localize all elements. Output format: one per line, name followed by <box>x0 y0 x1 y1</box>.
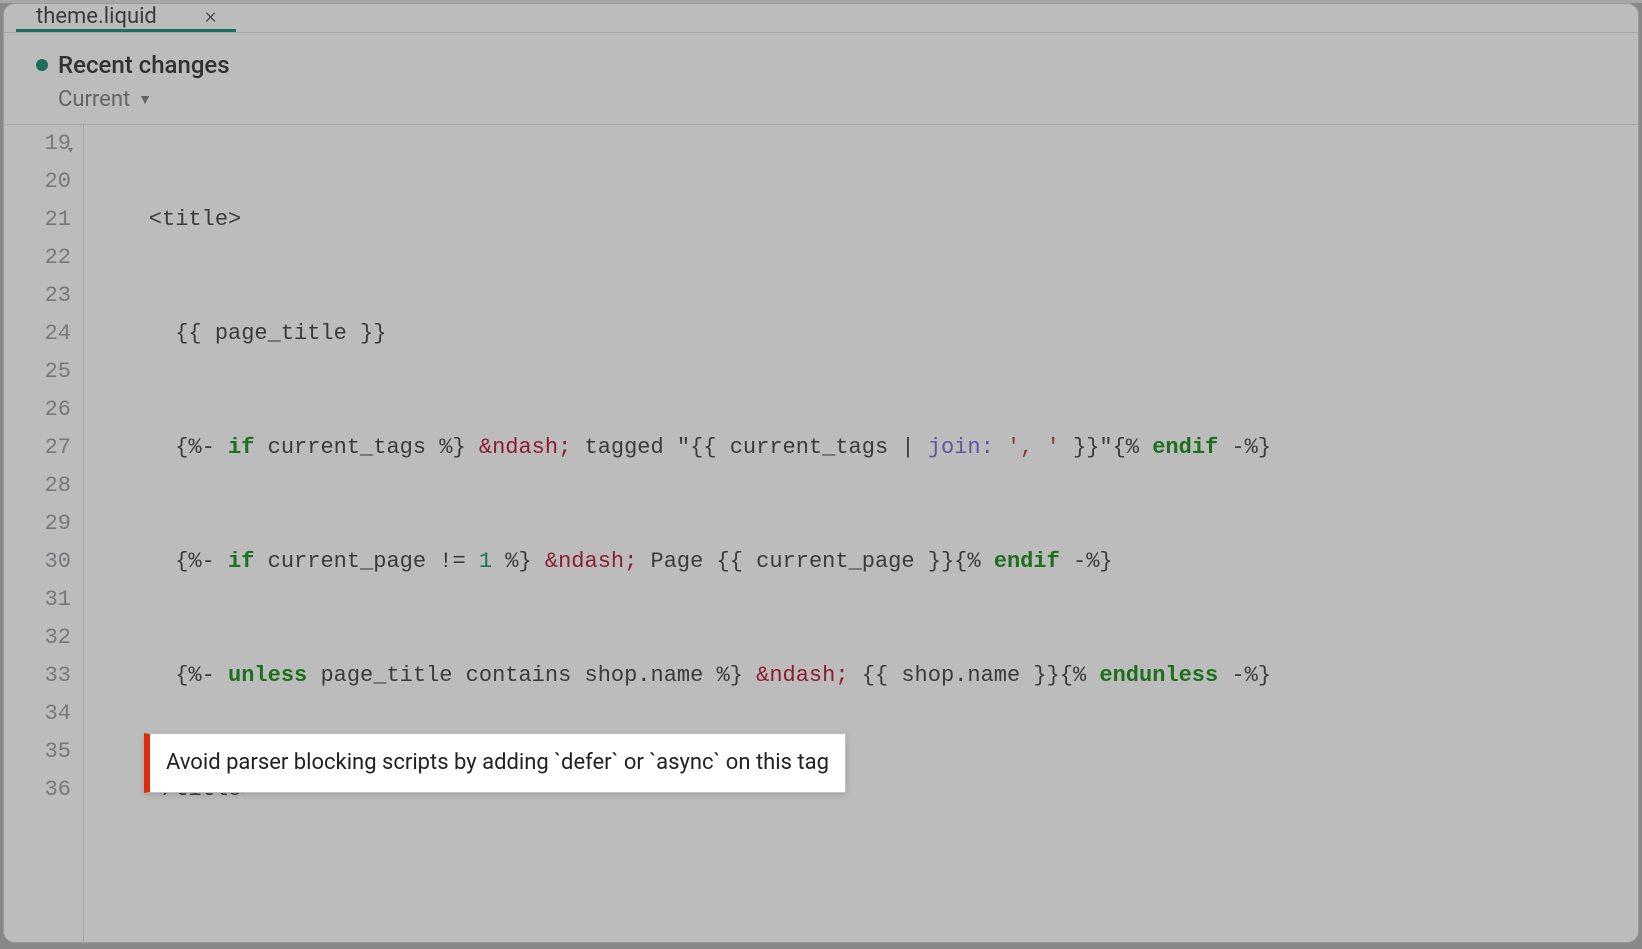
line-number: 32 <box>4 619 71 657</box>
gutter: 19▾ 20 21 22 23 24 25 26 27 28 29 30 31 … <box>4 125 84 943</box>
lint-tooltip: Avoid parser blocking scripts by adding … <box>144 733 846 793</box>
code-line: {{ page_title }} <box>96 315 1638 353</box>
recent-changes-title: Recent changes <box>58 51 230 79</box>
line-number: 21 <box>4 201 71 239</box>
line-number: 24 <box>4 315 71 353</box>
code-line: {%- if current_tags %} &ndash; tagged "{… <box>96 429 1638 467</box>
line-number: 27 <box>4 429 71 467</box>
line-number: 34 <box>4 695 71 733</box>
code-line: {%- unless page_title contains shop.name… <box>96 657 1638 695</box>
code-line <box>96 885 1638 923</box>
line-number: 23 <box>4 277 71 315</box>
line-number: 33 <box>4 657 71 695</box>
chevron-down-icon: ▼ <box>138 91 152 108</box>
line-number: 28 <box>4 467 71 505</box>
line-number: 25 <box>4 353 71 391</box>
recent-changes-header: Recent changes <box>4 33 1638 83</box>
line-number: 19▾ <box>4 125 71 163</box>
line-number: 36 <box>4 771 71 809</box>
line-number: 20 <box>4 163 71 201</box>
close-icon[interactable]: × <box>205 4 217 29</box>
line-number: 22 <box>4 239 71 277</box>
version-selector[interactable]: Current ▼ <box>4 83 1638 124</box>
tab-filename: theme.liquid <box>36 4 157 29</box>
code-content[interactable]: <title> {{ page_title }} {%- if current_… <box>84 125 1638 943</box>
line-number: 31 <box>4 581 71 619</box>
editor-window: theme.liquid × Recent changes Current ▼ … <box>3 3 1639 943</box>
line-number: 29 <box>4 505 71 543</box>
status-dot-icon <box>36 59 48 71</box>
code-editor[interactable]: 19▾ 20 21 22 23 24 25 26 27 28 29 30 31 … <box>4 124 1638 943</box>
line-number: 35 <box>4 733 71 771</box>
line-number: 30 <box>4 543 71 581</box>
tab-theme-liquid[interactable]: theme.liquid × <box>16 4 236 32</box>
code-line: {%- if current_page != 1 %} &ndash; Page… <box>96 543 1638 581</box>
version-label: Current <box>58 87 130 112</box>
tab-bar: theme.liquid × <box>4 4 1638 33</box>
line-number: 26 <box>4 391 71 429</box>
code-line: <title> <box>96 201 1638 239</box>
